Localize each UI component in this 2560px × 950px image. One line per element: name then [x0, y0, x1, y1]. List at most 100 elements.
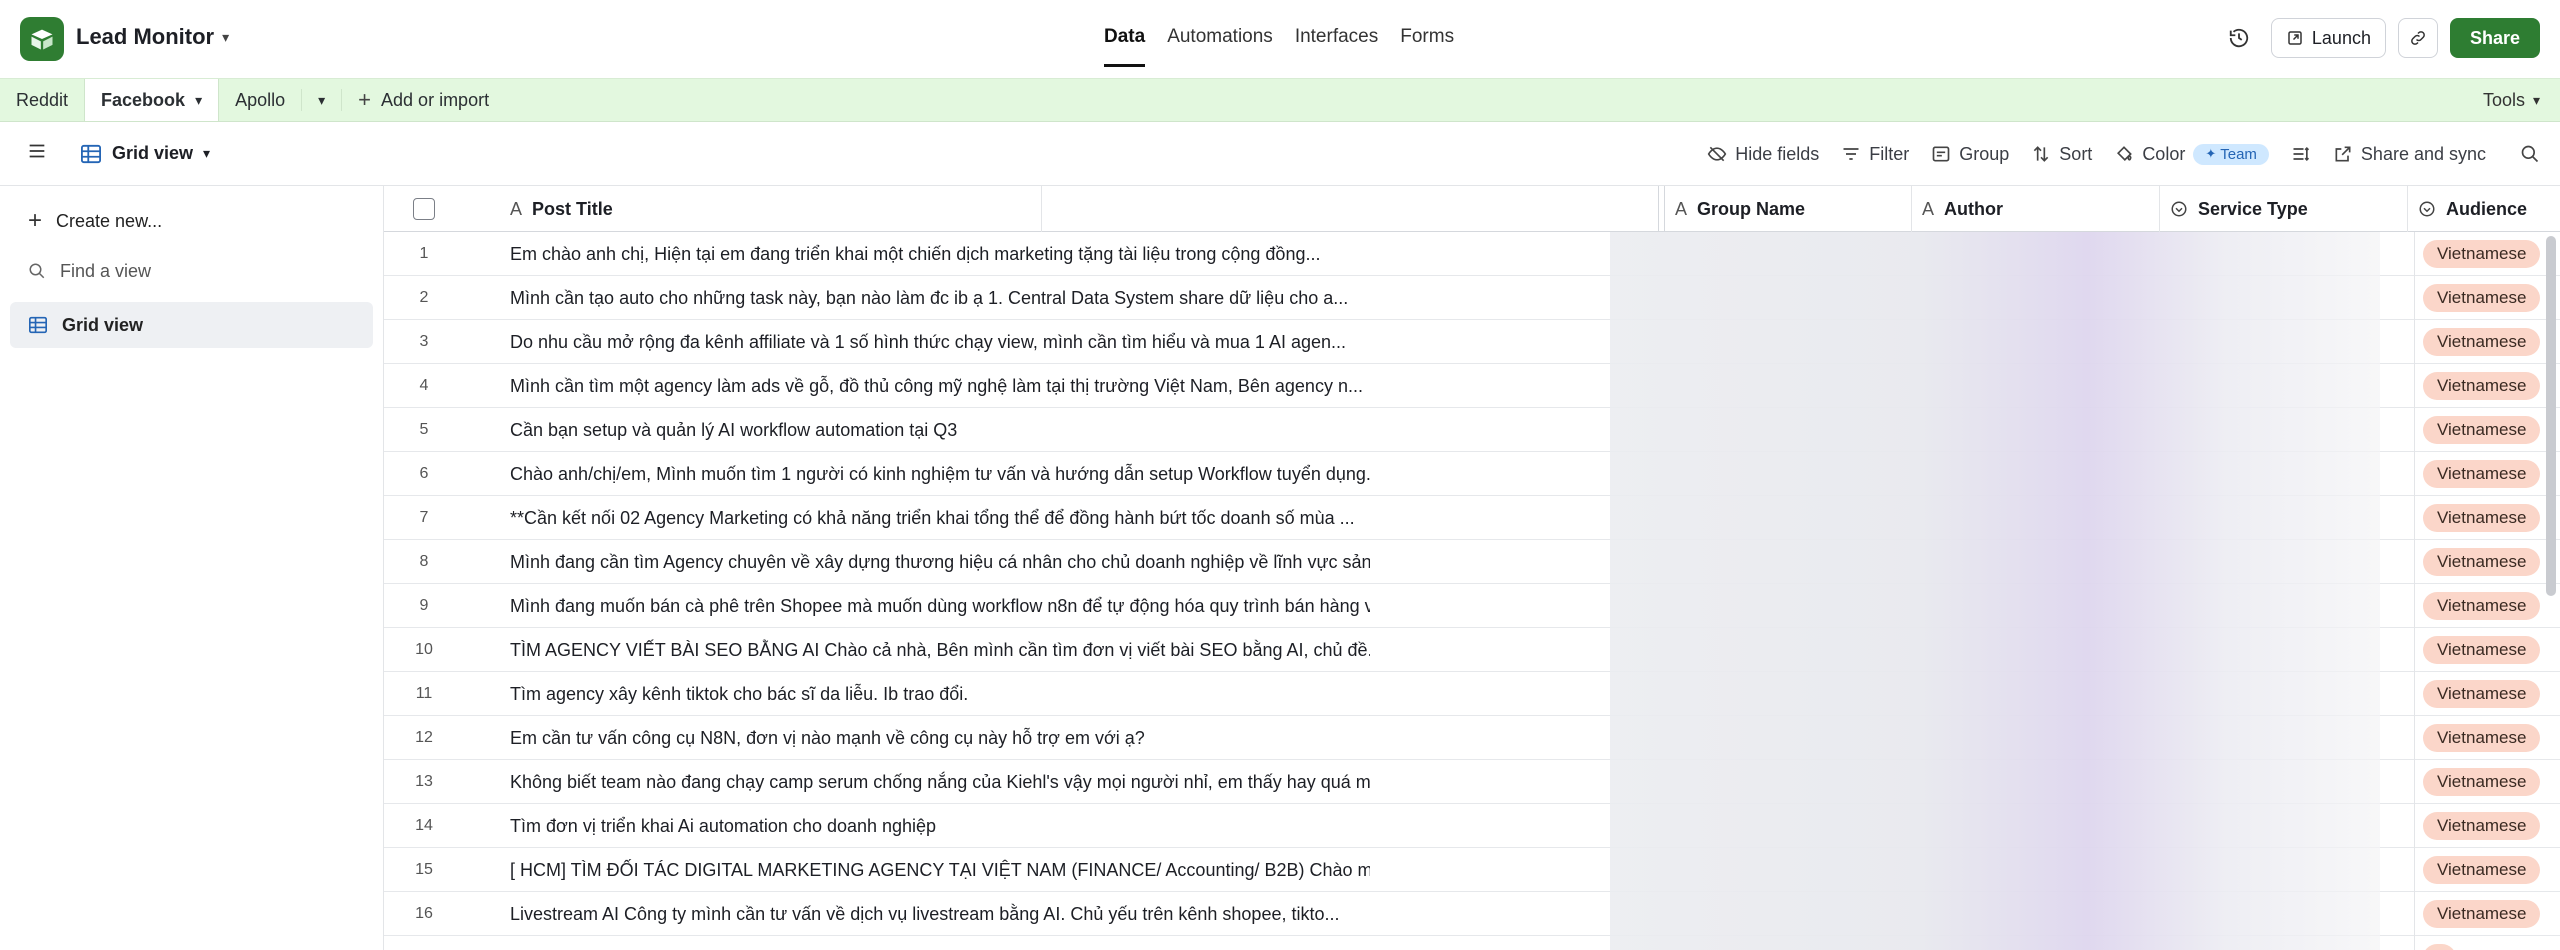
group-button[interactable]: Group	[1931, 144, 2009, 165]
launch-icon	[2288, 31, 2302, 45]
column-header-service-type[interactable]: Service Type	[2160, 186, 2408, 232]
audience-cell[interactable]: Vietnamese	[2414, 364, 2554, 408]
audience-tag: Vietnamese	[2423, 900, 2541, 928]
audience-cell[interactable]: Vietnamese	[2414, 408, 2554, 452]
audience-cell[interactable]: Vietnamese	[2414, 804, 2554, 848]
color-label: Color	[2142, 143, 2186, 164]
row-number: 8	[419, 553, 429, 570]
view-toolbar: Grid view ▾ Hide fields Filter Group Sor…	[0, 122, 2560, 186]
tab-facebook[interactable]: Facebook ▾	[84, 79, 220, 121]
audience-tag	[2423, 944, 2456, 950]
add-or-import-label: Add or import	[381, 89, 490, 110]
group-label: Group	[1959, 143, 2010, 164]
post-title-cell[interactable]: Mình đang cần tìm Agency chuyên về xây d…	[510, 540, 1370, 584]
audience-cell[interactable]: Vietnamese	[2414, 628, 2554, 672]
audience-cell[interactable]: Vietnamese	[2414, 540, 2554, 584]
chevron-down-icon[interactable]: ▾	[195, 92, 202, 109]
plus-icon: +	[358, 87, 372, 112]
sidebar-item-grid-view[interactable]: Grid view	[10, 302, 373, 348]
vertical-scrollbar[interactable]	[2546, 236, 2556, 596]
views-sidebar: + Create new... Find a view Grid view	[0, 186, 384, 950]
audience-cell[interactable]: Vietnamese	[2414, 716, 2554, 760]
audience-tag: Vietnamese	[2423, 592, 2541, 620]
tab-reddit[interactable]: Reddit	[0, 79, 84, 121]
audience-cell[interactable]	[2414, 936, 2554, 950]
create-new-view-button[interactable]: + Create new...	[10, 196, 373, 246]
audience-cell[interactable]: Vietnamese	[2414, 452, 2554, 496]
frozen-column-divider[interactable]	[1658, 186, 1659, 232]
post-title-cell[interactable]: TÌM AGENCY VIẾT BÀI SEO BẰNG AI Chào cả …	[510, 628, 1370, 672]
app-header: Lead Monitor ▾ Data Automations Interfac…	[0, 0, 2560, 78]
app-logo-icon[interactable]	[20, 17, 64, 61]
audience-tag: Vietnamese	[2423, 328, 2541, 356]
grid-view-label: Grid view	[62, 314, 144, 335]
app-title-menu[interactable]: Lead Monitor ▾	[76, 24, 229, 50]
audience-cell[interactable]: Vietnamese	[2414, 672, 2554, 716]
team-badge-label: Team	[2220, 145, 2257, 163]
audience-cell[interactable]: Vietnamese	[2414, 760, 2554, 804]
post-title-cell[interactable]: **Cần kết nối 02 Agency Marketing có khả…	[510, 496, 1370, 540]
column-header-audience[interactable]: Audience	[2408, 186, 2560, 232]
column-title-group-name: Group Name	[1697, 198, 1806, 219]
post-title-cell[interactable]: Tìm đơn vị triển khai Ai automation cho …	[510, 804, 1370, 848]
external-link-icon	[2335, 146, 2351, 162]
tab-apollo[interactable]: Apollo	[219, 79, 301, 121]
filter-icon	[1843, 148, 1859, 160]
tables-dropdown-chevron-icon[interactable]: ▾	[302, 79, 341, 121]
view-switcher[interactable]: Grid view ▾	[80, 143, 210, 164]
nav-interfaces[interactable]: Interfaces	[1295, 26, 1378, 67]
post-title-cell[interactable]: Tìm agency xây kênh tiktok cho bác sĩ da…	[510, 672, 1370, 716]
post-title-cell[interactable]: Chào anh/chị/em, Mình muốn tìm 1 người c…	[510, 452, 1370, 496]
audience-cell[interactable]: Vietnamese	[2414, 584, 2554, 628]
filter-button[interactable]: Filter	[1841, 144, 1909, 165]
color-button[interactable]: Color ✦ Team	[2114, 143, 2269, 165]
audience-cell[interactable]: Vietnamese	[2414, 496, 2554, 540]
audience-tag: Vietnamese	[2423, 284, 2541, 312]
post-title-cell[interactable]: Mình cần tìm một agency làm ads về gỗ, đ…	[510, 364, 1370, 408]
column-title-audience: Audience	[2446, 198, 2528, 219]
text-field-icon: A	[510, 198, 523, 219]
audience-cell[interactable]: Vietnamese	[2414, 276, 2554, 320]
post-title-cell[interactable]: Mình cần tạo auto cho những task này, bạ…	[510, 276, 1370, 320]
post-title-cell[interactable]: Livestream AI Công ty mình cần tư vấn về…	[510, 892, 1370, 936]
column-header-author[interactable]: A Author	[1912, 186, 2160, 232]
column-header-group-name[interactable]: A Group Name	[1664, 186, 1912, 232]
row-number: 10	[415, 641, 433, 658]
post-title-cell[interactable]: [ HCM] TÌM ĐỐI TÁC DIGITAL MARKETING AGE…	[510, 848, 1370, 892]
header-actions: Launch Share	[2219, 18, 2540, 58]
add-or-import-button[interactable]: + Add or import	[342, 79, 505, 121]
nav-automations[interactable]: Automations	[1167, 26, 1273, 67]
sort-button[interactable]: Sort	[2031, 144, 2092, 165]
select-all-checkbox[interactable]	[413, 198, 435, 220]
share-and-sync-button[interactable]: Share and sync	[2333, 144, 2486, 165]
post-title-cell[interactable]: Em chào anh chị, Hiện tại em đang triển …	[510, 232, 1370, 276]
audience-cell[interactable]: Vietnamese	[2414, 320, 2554, 364]
audience-cell[interactable]: Vietnamese	[2414, 848, 2554, 892]
post-title-cell[interactable]: Không biết team nào đang chạy camp serum…	[510, 760, 1370, 804]
audience-tag: Vietnamese	[2423, 768, 2541, 796]
hamburger-menu-icon[interactable]	[26, 140, 48, 167]
post-title-cell[interactable]: Cần bạn setup và quản lý AI workflow aut…	[510, 408, 1370, 452]
find-view-input[interactable]: Find a view	[10, 246, 373, 296]
post-title-cell[interactable]: Do nhu cầu mở rộng đa kênh affiliate và …	[510, 320, 1370, 364]
tools-menu[interactable]: Tools ▾	[2483, 79, 2560, 121]
audience-tag: Vietnamese	[2423, 460, 2541, 488]
column-header-post-title[interactable]: A Post Title	[500, 186, 1042, 232]
copy-link-button[interactable]	[2397, 18, 2438, 58]
share-button[interactable]: Share	[2449, 18, 2540, 58]
audience-tag: Vietnamese	[2423, 680, 2541, 708]
launch-button[interactable]: Launch	[2270, 18, 2386, 58]
search-icon[interactable]	[2520, 144, 2540, 164]
nav-forms[interactable]: Forms	[1400, 26, 1454, 67]
audience-cell[interactable]: Vietnamese	[2414, 892, 2554, 936]
row-height-button[interactable]	[2291, 144, 2311, 164]
history-icon[interactable]	[2219, 18, 2259, 58]
nav-data[interactable]: Data	[1104, 26, 1146, 67]
top-nav: Data Automations Interfaces Forms	[1104, 26, 1454, 67]
select-all-checkbox-cell[interactable]	[384, 186, 464, 232]
audience-cell[interactable]: Vietnamese	[2414, 232, 2554, 276]
text-field-icon: A	[1675, 198, 1688, 219]
post-title-cell[interactable]: Em cần tư vấn công cụ N8N, đơn vị nào mạ…	[510, 716, 1370, 760]
post-title-cell[interactable]: Mình đang muốn bán cà phê trên Shopee mà…	[510, 584, 1370, 628]
hide-fields-button[interactable]: Hide fields	[1707, 144, 1819, 165]
